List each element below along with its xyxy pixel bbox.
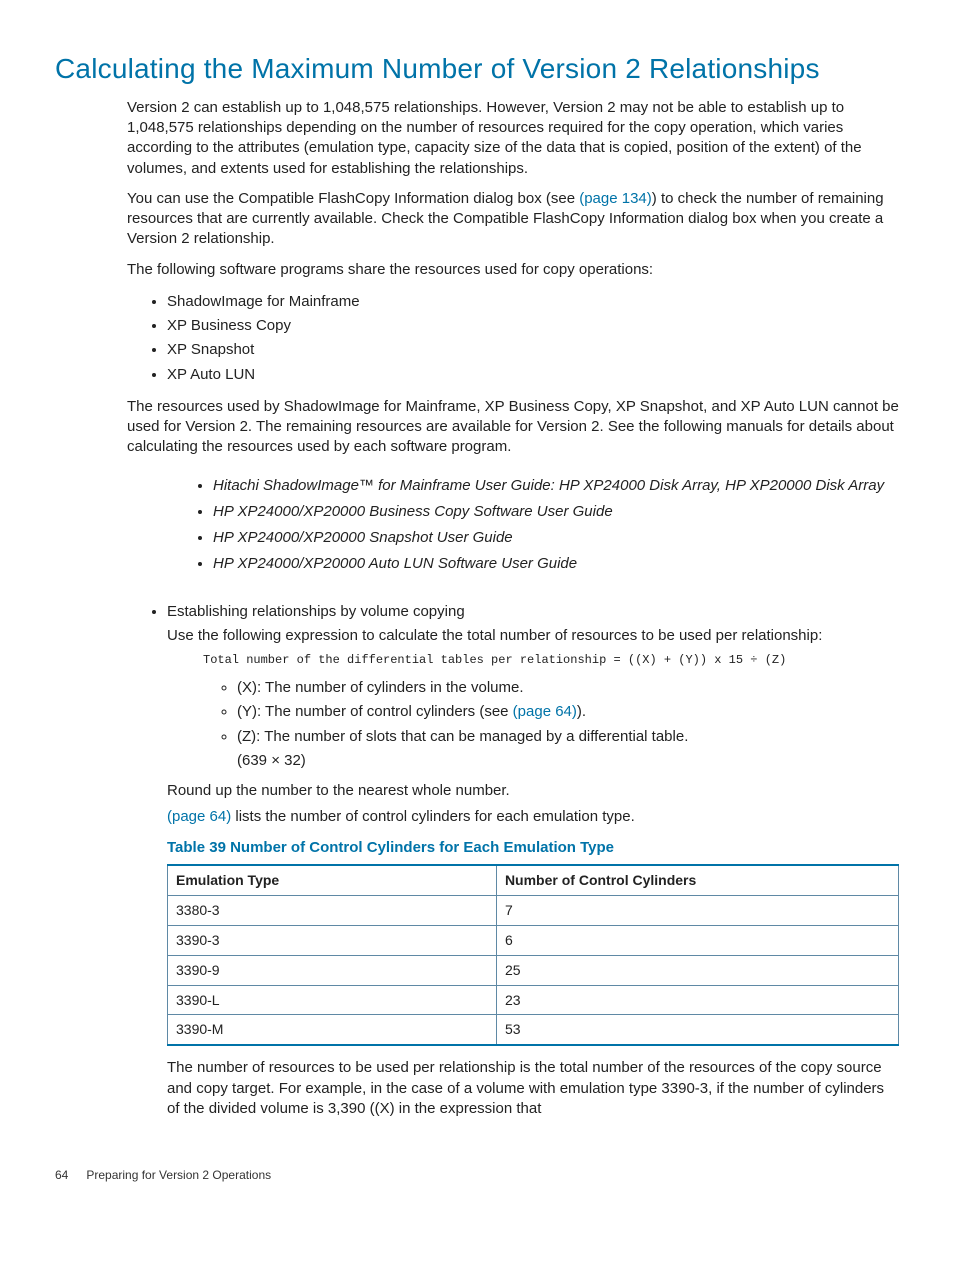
cell: 6 [496, 925, 898, 955]
paragraph-share-resources: The following software programs share th… [127, 260, 899, 280]
paragraph-resources-used: The resources used by ShadowImage for Ma… [127, 397, 899, 458]
cell: 25 [496, 955, 898, 985]
software-list: ShadowImage for Mainframe XP Business Co… [127, 290, 899, 387]
cell: 3390-L [168, 985, 497, 1015]
paragraph-flashcopy: You can use the Compatible FlashCopy Inf… [127, 189, 899, 250]
def-z-text: (Z): The number of slots that can be man… [237, 728, 688, 745]
th-emulation-type: Emulation Type [168, 865, 497, 895]
link-page-64-a[interactable]: (page 64) [513, 703, 577, 720]
link-page-64-b[interactable]: (page 64) [167, 808, 231, 825]
table-row: 3380-3 7 [168, 895, 899, 925]
list-item: XP Business Copy [167, 314, 899, 338]
def-y-text-a: (Y): The number of control cylinders (se… [237, 703, 513, 720]
page-heading: Calculating the Maximum Number of Versio… [55, 50, 899, 88]
list-item: ShadowImage for Mainframe [167, 290, 899, 314]
round-note: Round up the number to the nearest whole… [167, 781, 899, 801]
page-number: 64 [55, 1167, 83, 1183]
def-y: (Y): The number of control cylinders (se… [237, 700, 899, 724]
link-page-134[interactable]: (page 134) [579, 190, 652, 207]
manuals-list: Hitachi ShadowImage™ for Mainframe User … [173, 473, 899, 578]
code-expression: Total number of the differential tables … [203, 652, 899, 668]
control-cylinders-table: Emulation Type Number of Control Cylinde… [167, 864, 899, 1046]
table-row: 3390-3 6 [168, 925, 899, 955]
def-z-value: (639 × 32) [237, 751, 899, 771]
variable-definitions: (X): The number of cylinders in the volu… [167, 676, 899, 773]
list-item: XP Auto LUN [167, 363, 899, 387]
list-item-establishing: Establishing relationships by volume cop… [167, 600, 899, 1128]
table-header-row: Emulation Type Number of Control Cylinde… [168, 865, 899, 895]
cell: 7 [496, 895, 898, 925]
cell: 3390-M [168, 1015, 497, 1045]
list-item: HP XP24000/XP20000 Snapshot User Guide [213, 525, 899, 551]
def-z: (Z): The number of slots that can be man… [237, 725, 899, 774]
list-item: HP XP24000/XP20000 Business Copy Softwar… [213, 499, 899, 525]
page64-rest: lists the number of control cylinders fo… [231, 808, 635, 825]
cell: 53 [496, 1015, 898, 1045]
list-item: HP XP24000/XP20000 Auto LUN Software Use… [213, 551, 899, 577]
table-caption: Table 39 Number of Control Cylinders for… [167, 838, 899, 858]
table-row: 3390-M 53 [168, 1015, 899, 1045]
paragraph-intro: Version 2 can establish up to 1,048,575 … [127, 98, 899, 179]
th-num-cylinders: Number of Control Cylinders [496, 865, 898, 895]
footer-title: Preparing for Version 2 Operations [86, 1168, 271, 1182]
cell: 3390-3 [168, 925, 497, 955]
cell: 3390-9 [168, 955, 497, 985]
list-item: XP Snapshot [167, 338, 899, 362]
paragraph-after-table: The number of resources to be used per r… [167, 1058, 899, 1119]
cell: 3380-3 [168, 895, 497, 925]
def-y-text-b: ). [577, 703, 586, 720]
page64-note: (page 64) lists the number of control cy… [167, 807, 899, 827]
establishing-para: Use the following expression to calculat… [167, 626, 899, 646]
table-row: 3390-9 25 [168, 955, 899, 985]
text-before-link: You can use the Compatible FlashCopy Inf… [127, 190, 579, 207]
page-footer: 64 Preparing for Version 2 Operations [55, 1167, 899, 1183]
establishing-heading: Establishing relationships by volume cop… [167, 603, 465, 620]
def-x: (X): The number of cylinders in the volu… [237, 676, 899, 700]
table-row: 3390-L 23 [168, 985, 899, 1015]
body-content: Version 2 can establish up to 1,048,575 … [127, 98, 899, 1127]
list-item: Hitachi ShadowImage™ for Mainframe User … [213, 473, 899, 499]
establishing-bullet: Establishing relationships by volume cop… [127, 600, 899, 1128]
cell: 23 [496, 985, 898, 1015]
